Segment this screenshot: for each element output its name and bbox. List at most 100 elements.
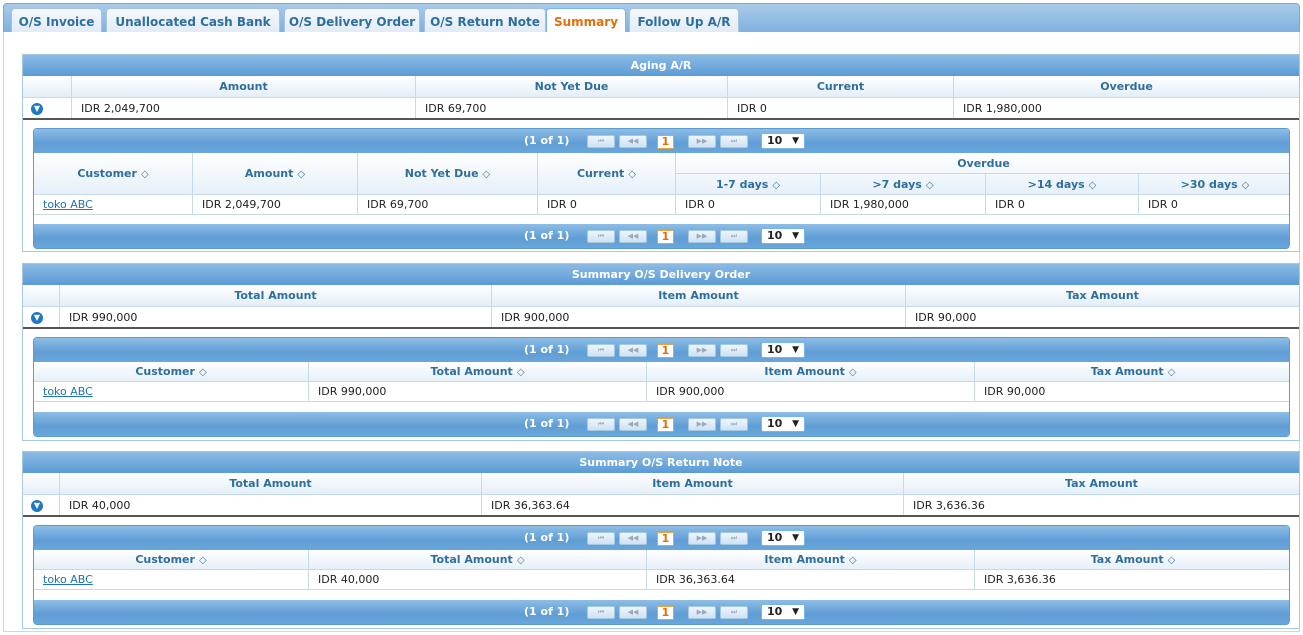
col-tax-amount[interactable]: Tax Amount ◇: [974, 362, 1289, 382]
return-header-item: Item Amount: [481, 473, 903, 494]
rows-per-page-select[interactable]: 10 ▼: [761, 228, 805, 244]
aging-pager-bottom: (1 of 1) ⏮ ◀◀ 1 ▶▶ ⏭ 10 ▼: [34, 224, 1289, 248]
page-count: (1 of 1): [524, 343, 570, 356]
cell-total-amount: IDR 990,000: [308, 382, 646, 402]
prev-page-icon[interactable]: ◀◀: [619, 418, 647, 431]
prev-page-icon[interactable]: ◀◀: [619, 606, 647, 619]
prev-page-icon[interactable]: ◀◀: [619, 230, 647, 243]
current-page[interactable]: 1: [657, 135, 674, 149]
tab-follow-up-ar[interactable]: Follow Up A/R: [629, 8, 739, 35]
next-page-icon[interactable]: ▶▶: [688, 230, 716, 243]
return-note-panel: Summary O/S Return Note Total Amount Ite…: [22, 451, 1300, 629]
return-header-tax: Tax Amount: [903, 473, 1299, 494]
delivery-summary-header: Total Amount Item Amount Tax Amount: [23, 285, 1299, 307]
first-page-icon[interactable]: ⏮: [587, 606, 615, 619]
next-page-icon[interactable]: ▶▶: [688, 344, 716, 357]
tab-os-return-note[interactable]: O/S Return Note: [424, 8, 546, 35]
last-page-icon[interactable]: ⏭: [720, 230, 748, 243]
current-page[interactable]: 1: [657, 532, 674, 546]
customer-link[interactable]: toko ABC: [43, 573, 93, 586]
page-count: (1 of 1): [524, 417, 570, 430]
rows-per-page-select[interactable]: 10 ▼: [761, 530, 805, 546]
sort-icon: ◇: [772, 180, 781, 191]
table-row: toko ABC IDR 990,000 IDR 900,000 IDR 90,…: [34, 382, 1289, 402]
col-total-amount[interactable]: Total Amount ◇: [308, 550, 646, 570]
first-page-icon[interactable]: ⏮: [587, 418, 615, 431]
expand-toggle-icon[interactable]: ▼: [31, 500, 43, 512]
next-page-icon[interactable]: ▶▶: [688, 606, 716, 619]
col-customer[interactable]: Customer ◇: [34, 362, 308, 382]
delivery-detail-grid: (1 of 1) ⏮ ◀◀ 1 ▶▶ ⏭ 10 ▼ Customer ◇ Total…: [33, 337, 1290, 437]
rows-per-page-select[interactable]: 10 ▼: [761, 133, 805, 149]
sort-icon: ◇: [140, 169, 149, 180]
expand-toggle-icon[interactable]: ▼: [31, 103, 43, 115]
chevron-down-icon: ▼: [792, 136, 799, 146]
sort-icon: ◇: [628, 169, 636, 180]
prev-page-icon[interactable]: ◀◀: [619, 344, 647, 357]
table-row: toko ABC IDR 2,049,700 IDR 69,700 IDR 0 …: [34, 195, 1289, 215]
return-note-title: Summary O/S Return Note: [23, 452, 1299, 473]
col-gt-7-days[interactable]: >7 days ◇: [820, 174, 985, 195]
last-page-icon[interactable]: ⏭: [720, 344, 748, 357]
sort-icon: ◇: [1241, 180, 1250, 191]
delivery-grid-header: Customer ◇ Total Amount ◇ Item Amount ◇ Tax…: [34, 362, 1289, 382]
cell-1-7-days: IDR 0: [675, 195, 820, 215]
next-page-icon[interactable]: ▶▶: [688, 418, 716, 431]
last-page-icon[interactable]: ⏭: [720, 418, 748, 431]
col-total-amount[interactable]: Total Amount ◇: [308, 362, 646, 382]
sort-icon: ◇: [198, 367, 207, 378]
prev-page-icon[interactable]: ◀◀: [619, 532, 647, 545]
sort-icon: ◇: [848, 367, 857, 378]
first-page-icon[interactable]: ⏮: [587, 344, 615, 357]
col-amount[interactable]: Amount ◇: [192, 153, 357, 195]
tab-os-delivery-order[interactable]: O/S Delivery Order: [284, 8, 420, 35]
chevron-down-icon: ▼: [792, 533, 799, 543]
col-customer[interactable]: Customer ◇: [34, 153, 192, 195]
col-not-yet-due[interactable]: Not Yet Due ◇: [357, 153, 537, 195]
col-gt-30-days[interactable]: >30 days ◇: [1138, 174, 1289, 195]
customer-link[interactable]: toko ABC: [43, 198, 93, 211]
delivery-header-tax: Tax Amount: [905, 285, 1299, 306]
sort-icon: ◇: [1167, 367, 1176, 378]
rows-per-page-select[interactable]: 10 ▼: [761, 604, 805, 620]
current-page[interactable]: 1: [657, 418, 674, 432]
col-1-7-days[interactable]: 1-7 days ◇: [675, 174, 820, 195]
page-count: (1 of 1): [524, 605, 570, 618]
col-tax-amount[interactable]: Tax Amount ◇: [974, 550, 1289, 570]
chevron-down-icon: ▼: [792, 345, 799, 355]
sort-icon: ◇: [516, 555, 525, 566]
return-header-total: Total Amount: [59, 473, 481, 494]
col-item-amount[interactable]: Item Amount ◇: [646, 362, 974, 382]
prev-page-icon[interactable]: ◀◀: [619, 135, 647, 148]
customer-link[interactable]: toko ABC: [43, 385, 93, 398]
current-page[interactable]: 1: [657, 230, 674, 244]
sort-icon: ◇: [1167, 555, 1176, 566]
tab-unallocated-cash-bank-in[interactable]: Unallocated Cash Bank In: [106, 8, 280, 55]
sort-icon: ◇: [482, 169, 491, 180]
first-page-icon[interactable]: ⏮: [587, 230, 615, 243]
col-current[interactable]: Current ◇: [537, 153, 675, 195]
sort-icon: ◇: [925, 180, 934, 191]
expand-toggle-icon[interactable]: ▼: [31, 312, 43, 324]
delivery-header-total: Total Amount: [59, 285, 491, 306]
col-customer[interactable]: Customer ◇: [34, 550, 308, 570]
first-page-icon[interactable]: ⏮: [587, 532, 615, 545]
first-page-icon[interactable]: ⏮: [587, 135, 615, 148]
current-page[interactable]: 1: [657, 606, 674, 620]
last-page-icon[interactable]: ⏭: [720, 606, 748, 619]
last-page-icon[interactable]: ⏭: [720, 135, 748, 148]
current-page[interactable]: 1: [657, 344, 674, 358]
delivery-item-value: IDR 900,000: [491, 307, 905, 327]
rows-per-page-select[interactable]: 10 ▼: [761, 416, 805, 432]
tab-os-invoice[interactable]: O/S Invoice: [11, 8, 102, 35]
delivery-summary-row: ▼ IDR 990,000 IDR 900,000 IDR 90,000: [23, 307, 1299, 329]
next-page-icon[interactable]: ▶▶: [688, 532, 716, 545]
return-summary-header: Total Amount Item Amount Tax Amount: [23, 473, 1299, 495]
col-gt-14-days[interactable]: >14 days ◇: [985, 174, 1138, 195]
next-page-icon[interactable]: ▶▶: [688, 135, 716, 148]
page-count: (1 of 1): [524, 531, 570, 544]
delivery-pager-top: (1 of 1) ⏮ ◀◀ 1 ▶▶ ⏭ 10 ▼: [34, 338, 1289, 362]
last-page-icon[interactable]: ⏭: [720, 532, 748, 545]
rows-per-page-select[interactable]: 10 ▼: [761, 342, 805, 358]
col-item-amount[interactable]: Item Amount ◇: [646, 550, 974, 570]
